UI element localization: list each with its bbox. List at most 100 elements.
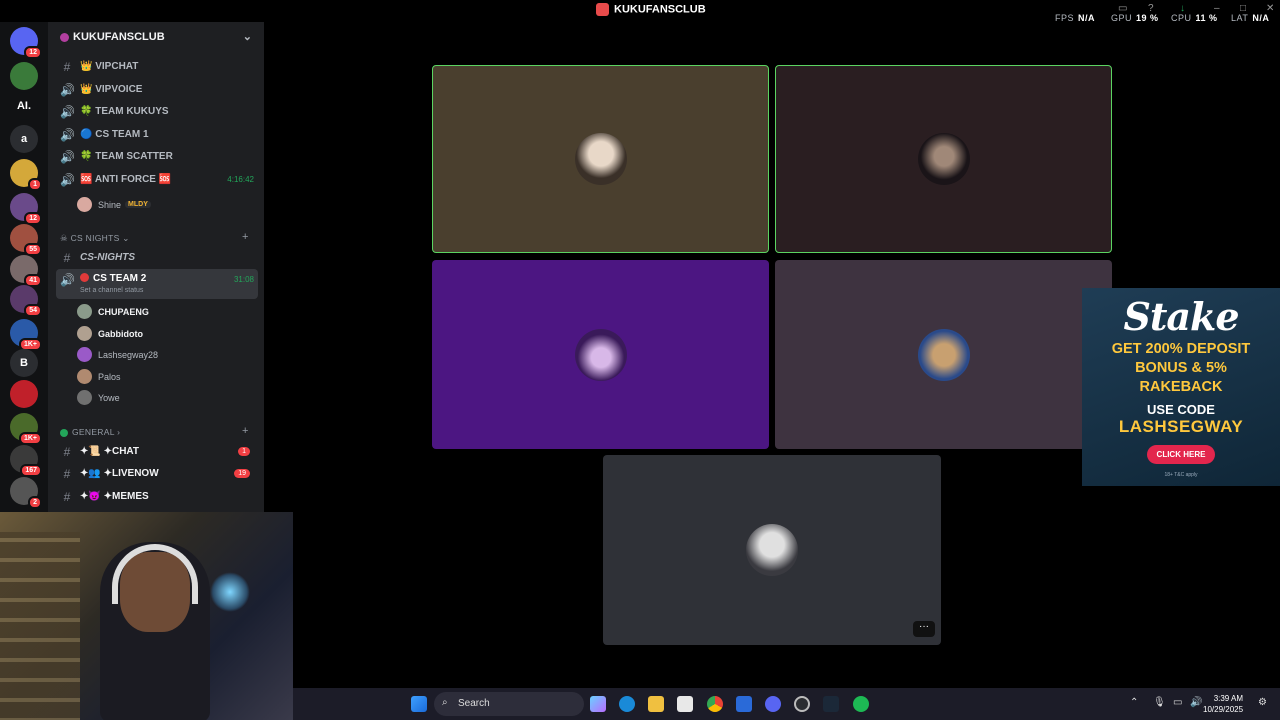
voice-user[interactable]: Palos (77, 369, 121, 384)
voice-user[interactable]: Lashsegway28 (77, 347, 158, 362)
mention-badge: 55 (24, 243, 42, 256)
server-icon[interactable]: 1K+ (10, 319, 42, 351)
chrome-icon[interactable] (707, 696, 723, 712)
server-icon[interactable]: 55 (10, 224, 42, 256)
server-icon[interactable]: 54 (10, 285, 42, 317)
server-icon (60, 32, 69, 42)
participant-tile[interactable] (775, 260, 1112, 449)
clock[interactable]: 3:39 AM 10/29/2025 (1203, 693, 1243, 715)
channel-cs-nights[interactable]: # CS-NIGHTS (56, 247, 258, 268)
more-options-button[interactable]: ··· (913, 621, 935, 637)
download-icon[interactable]: ↓ (1180, 3, 1185, 14)
channel-item[interactable]: # 👑 VIPCHAT (56, 56, 258, 77)
minimize-icon[interactable]: – (1214, 3, 1220, 14)
server-icon[interactable]: a (10, 125, 38, 153)
avatar (77, 304, 92, 319)
notification-icon[interactable]: ⚙ (1258, 697, 1267, 708)
participant-tile[interactable] (432, 260, 769, 449)
ad-headline-3: RAKEBACK (1139, 379, 1223, 395)
mention-badge: 1K+ (18, 432, 42, 445)
channel-item[interactable]: 🔊 👑 VIPVOICE (56, 79, 258, 100)
unread-badge: 1 (238, 447, 250, 456)
mention-badge: 2 (28, 496, 42, 509)
channel-item[interactable]: 🔊 🔵 CS TEAM 1 (56, 124, 258, 145)
fps-label: FPS (1055, 13, 1075, 23)
server-icon[interactable]: 1K+ (10, 413, 42, 445)
server-icon[interactable]: 41 (10, 255, 42, 287)
steam-icon[interactable] (823, 696, 839, 712)
participant-tile[interactable] (432, 65, 769, 253)
channel-item[interactable]: 🔊 🍀 TEAM SCATTER (56, 146, 258, 167)
server-icon[interactable]: AI. (10, 92, 38, 120)
voice-user-name: Gabbidoto (98, 328, 143, 339)
server-icon[interactable]: 2 (10, 477, 42, 509)
obs-icon[interactable] (794, 696, 810, 712)
server-icon[interactable] (10, 62, 38, 90)
participant-avatar (917, 328, 970, 381)
channel-item[interactable]: 🔊 🍀 TEAM KUKUYS (56, 101, 258, 122)
voice-user-name: CHUPAENG (98, 306, 149, 317)
participant-tile[interactable] (775, 65, 1112, 253)
voice-user[interactable]: CHUPAENG (77, 304, 149, 319)
windows-taskbar: ⌕ Search ⌃ 🎙 ▭ 🔊 3:39 AM 10/29/2025 ⚙ (293, 688, 1280, 720)
background-light (210, 572, 250, 612)
voice-user-name: Shine (98, 199, 122, 210)
store-icon[interactable] (677, 696, 693, 712)
network-icon[interactable]: ▭ (1173, 697, 1182, 708)
channel-label: 🍀 TEAM SCATTER (80, 151, 173, 162)
server-icon[interactable] (10, 380, 38, 408)
participant-tile[interactable]: ··· (603, 455, 941, 645)
chevron-up-icon[interactable]: ⌃ (1130, 697, 1138, 708)
voice-user[interactable]: Yowe (77, 390, 120, 405)
server-icon[interactable]: B (10, 349, 38, 377)
server-name: KUKUFANSCLUB (73, 31, 165, 43)
voice-user[interactable]: Gabbidoto (77, 326, 143, 341)
server-icon[interactable]: 12 (10, 193, 42, 225)
add-channel-icon[interactable]: + (242, 425, 249, 437)
channel-item[interactable]: # ✦📜 ✦CHAT 1 (56, 441, 258, 462)
microphone-icon[interactable]: 🎙 (1153, 697, 1166, 708)
background-shelf (0, 532, 80, 720)
server-header[interactable]: KUKUFANSCLUB ⌄ (48, 22, 264, 54)
add-channel-icon[interactable]: + (242, 231, 249, 243)
copilot-icon[interactable] (590, 696, 606, 712)
edge-icon[interactable] (619, 696, 635, 712)
channel-label: 🍀 TEAM KUKUYS (80, 106, 169, 117)
fps-readout: FPS N/A (1055, 13, 1095, 23)
gpu-value: 19 % (1136, 13, 1159, 23)
user-tag: MLDY (125, 201, 151, 208)
clock-time: 3:39 AM (1213, 694, 1244, 703)
avatar (77, 390, 92, 405)
inbox-icon[interactable]: ▭ (1118, 3, 1127, 14)
channel-label: ✦😈 ✦MEMES (80, 491, 149, 502)
help-icon[interactable]: ? (1148, 3, 1154, 14)
server-icon[interactable]: 12 (10, 27, 42, 59)
close-icon[interactable]: ✕ (1266, 3, 1274, 14)
clock-date: 10/29/2025 (1203, 705, 1244, 714)
category-cs-nights[interactable]: ☠ CS NIGHTS ⌄ + (60, 231, 248, 244)
volume-icon[interactable]: 🔊 (1190, 697, 1202, 708)
spotify-icon[interactable] (853, 696, 869, 712)
file-explorer-icon[interactable] (648, 696, 664, 712)
channel-label: 🔵 CS TEAM 1 (80, 129, 149, 140)
channel-item[interactable]: # ✦👥 ✦LIVENOW 19 (56, 463, 258, 484)
avatar (77, 369, 92, 384)
mention-badge: 12 (24, 46, 42, 59)
channel-item[interactable]: 🔊 🆘 ANTI FORCE 🆘 4:16:42 (56, 169, 258, 190)
mail-icon[interactable] (736, 696, 752, 712)
start-icon[interactable] (411, 696, 427, 712)
server-icon[interactable]: 167 (10, 445, 42, 477)
channel-item[interactable]: # ✦😈 ✦MEMES (56, 486, 258, 507)
maximize-icon[interactable]: □ (1240, 3, 1246, 14)
discord-icon[interactable] (765, 696, 781, 712)
taskbar-search[interactable]: ⌕ Search (434, 692, 584, 716)
server-logo-icon (596, 3, 609, 16)
voice-user-shine[interactable]: Shine MLDY (77, 197, 151, 212)
server-icon[interactable]: 1 (10, 159, 42, 191)
voice-user-name: Palos (98, 371, 121, 382)
channel-status[interactable]: Set a channel status (80, 287, 143, 294)
category-general[interactable]: GENERAL › + (60, 425, 248, 437)
ad-headline-1: GET 200% DEPOSIT (1111, 341, 1251, 357)
channel-cs-team-2[interactable]: 🔊 CS TEAM 2 31:08 Set a channel status (56, 269, 258, 299)
mention-badge: 167 (20, 464, 42, 477)
